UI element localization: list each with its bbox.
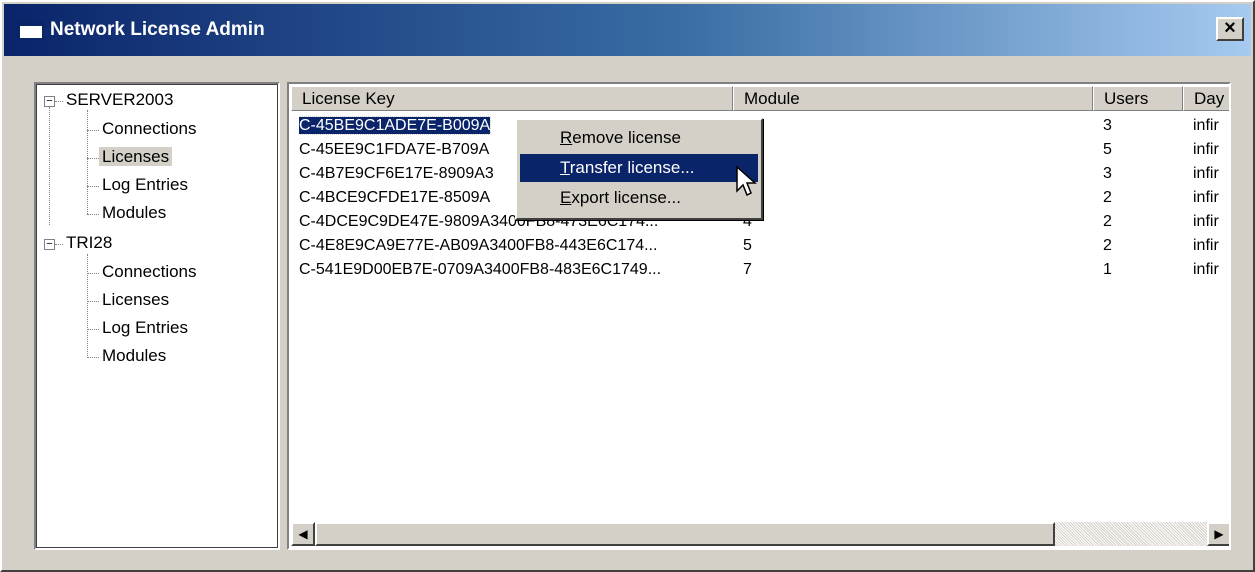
- module-cell: [743, 162, 1083, 186]
- users-cell: 1: [1103, 261, 1112, 278]
- tree-connector: [87, 214, 99, 215]
- module-cell: 5: [743, 237, 752, 254]
- module-cell: [743, 186, 1083, 210]
- column-header-row: License Key Module Users Day: [291, 86, 1229, 111]
- users-cell: 2: [1103, 189, 1112, 206]
- collapse-icon[interactable]: −: [44, 96, 55, 107]
- users-cell: 5: [1103, 141, 1112, 158]
- window-title: Network License Admin: [50, 19, 265, 40]
- menu-item-label: emove license: [572, 128, 681, 147]
- license-key-cell: C-541E9D00EB7E-0709A3400FB8-483E6C1749..…: [299, 261, 662, 278]
- scroll-thumb[interactable]: [315, 522, 1055, 546]
- menu-accelerator: T: [560, 158, 570, 177]
- days-cell: infir: [1193, 237, 1219, 254]
- window-app-icon: [18, 20, 44, 40]
- users-cell: 2: [1103, 213, 1112, 230]
- column-header-module[interactable]: Module: [733, 86, 1093, 111]
- scroll-left-button[interactable]: ◀: [291, 522, 315, 546]
- module-cell: [743, 114, 1083, 138]
- tree-connector: [87, 329, 99, 330]
- tree-item-label: Licenses: [99, 147, 173, 166]
- collapse-icon[interactable]: −: [44, 239, 55, 250]
- tree-item-log-entries[interactable]: Log Entries: [102, 318, 188, 338]
- module-cell: [743, 138, 1083, 162]
- tree-connector: [55, 101, 63, 102]
- users-cell: 3: [1103, 117, 1112, 134]
- close-button[interactable]: ×: [1216, 17, 1244, 41]
- column-header-days[interactable]: Day: [1183, 86, 1229, 111]
- tree-connector: [87, 254, 88, 358]
- days-cell: infir: [1193, 189, 1219, 206]
- days-cell: infir: [1193, 141, 1219, 158]
- days-cell: infir: [1193, 261, 1219, 278]
- users-cell: 2: [1103, 237, 1112, 254]
- main-window: Network License Admin × − SERVER2003 Con…: [0, 0, 1255, 572]
- server-tree[interactable]: − SERVER2003 Connections Licenses Log En…: [34, 82, 280, 550]
- days-cell: infir: [1193, 165, 1219, 182]
- menu-item-label: xport license...: [571, 188, 681, 207]
- table-row[interactable]: C-541E9D00EB7E-0709A3400FB8-483E6C1749..…: [291, 258, 1229, 282]
- table-row[interactable]: C-4E8E9CA9E77E-AB09A3400FB8-443E6C174...…: [291, 234, 1229, 258]
- tree-connector: [87, 273, 99, 274]
- tree-item-modules[interactable]: Modules: [102, 203, 166, 223]
- tree-item-licenses[interactable]: Licenses: [102, 290, 169, 310]
- module-cell: 4: [743, 213, 752, 230]
- tree-connector: [49, 107, 50, 225]
- horizontal-scrollbar[interactable]: ◀ ▶: [291, 522, 1229, 546]
- tree-server-tri28[interactable]: TRI28: [66, 233, 112, 253]
- mouse-pointer-icon: [736, 165, 757, 197]
- column-header-license-key[interactable]: License Key: [291, 86, 733, 111]
- tree-connector: [55, 244, 63, 245]
- tree-server-server2003[interactable]: SERVER2003: [66, 90, 173, 110]
- license-key-cell: C-4E8E9CA9E77E-AB09A3400FB8-443E6C174...: [299, 237, 658, 254]
- tree-connector: [87, 301, 99, 302]
- tree-item-modules[interactable]: Modules: [102, 346, 166, 366]
- menu-item-label: ransfer license...: [569, 158, 695, 177]
- menu-accelerator: R: [560, 128, 573, 147]
- menu-accelerator: E: [560, 188, 572, 207]
- days-cell: infir: [1193, 213, 1219, 230]
- context-menu: Remove license Transfer license... Expor…: [515, 118, 763, 220]
- tree-connector: [87, 357, 99, 358]
- tree-item-log-entries[interactable]: Log Entries: [102, 175, 188, 195]
- users-cell: 3: [1103, 165, 1112, 182]
- title-bar[interactable]: Network License Admin ×: [4, 4, 1251, 56]
- tree-connector: [87, 186, 99, 187]
- tree-item-connections[interactable]: Connections: [102, 262, 197, 282]
- tree-item-licenses[interactable]: Licenses: [99, 147, 173, 167]
- tree-connector: [87, 130, 99, 131]
- license-key-text: C-45BE9C1ADE7E-B009A: [299, 116, 492, 135]
- menu-item-transfer-license[interactable]: Transfer license...: [520, 154, 758, 182]
- menu-item-remove-license[interactable]: Remove license: [520, 124, 758, 152]
- scroll-right-button[interactable]: ▶: [1207, 522, 1229, 546]
- days-cell: infir: [1193, 117, 1219, 134]
- tree-item-connections[interactable]: Connections: [102, 119, 197, 139]
- menu-item-export-license[interactable]: Export license...: [520, 184, 758, 212]
- tree-connector: [87, 110, 88, 214]
- scroll-track[interactable]: [1055, 522, 1207, 546]
- module-cell: 7: [743, 261, 752, 278]
- tree-connector: [87, 158, 99, 159]
- column-header-users[interactable]: Users: [1093, 86, 1183, 111]
